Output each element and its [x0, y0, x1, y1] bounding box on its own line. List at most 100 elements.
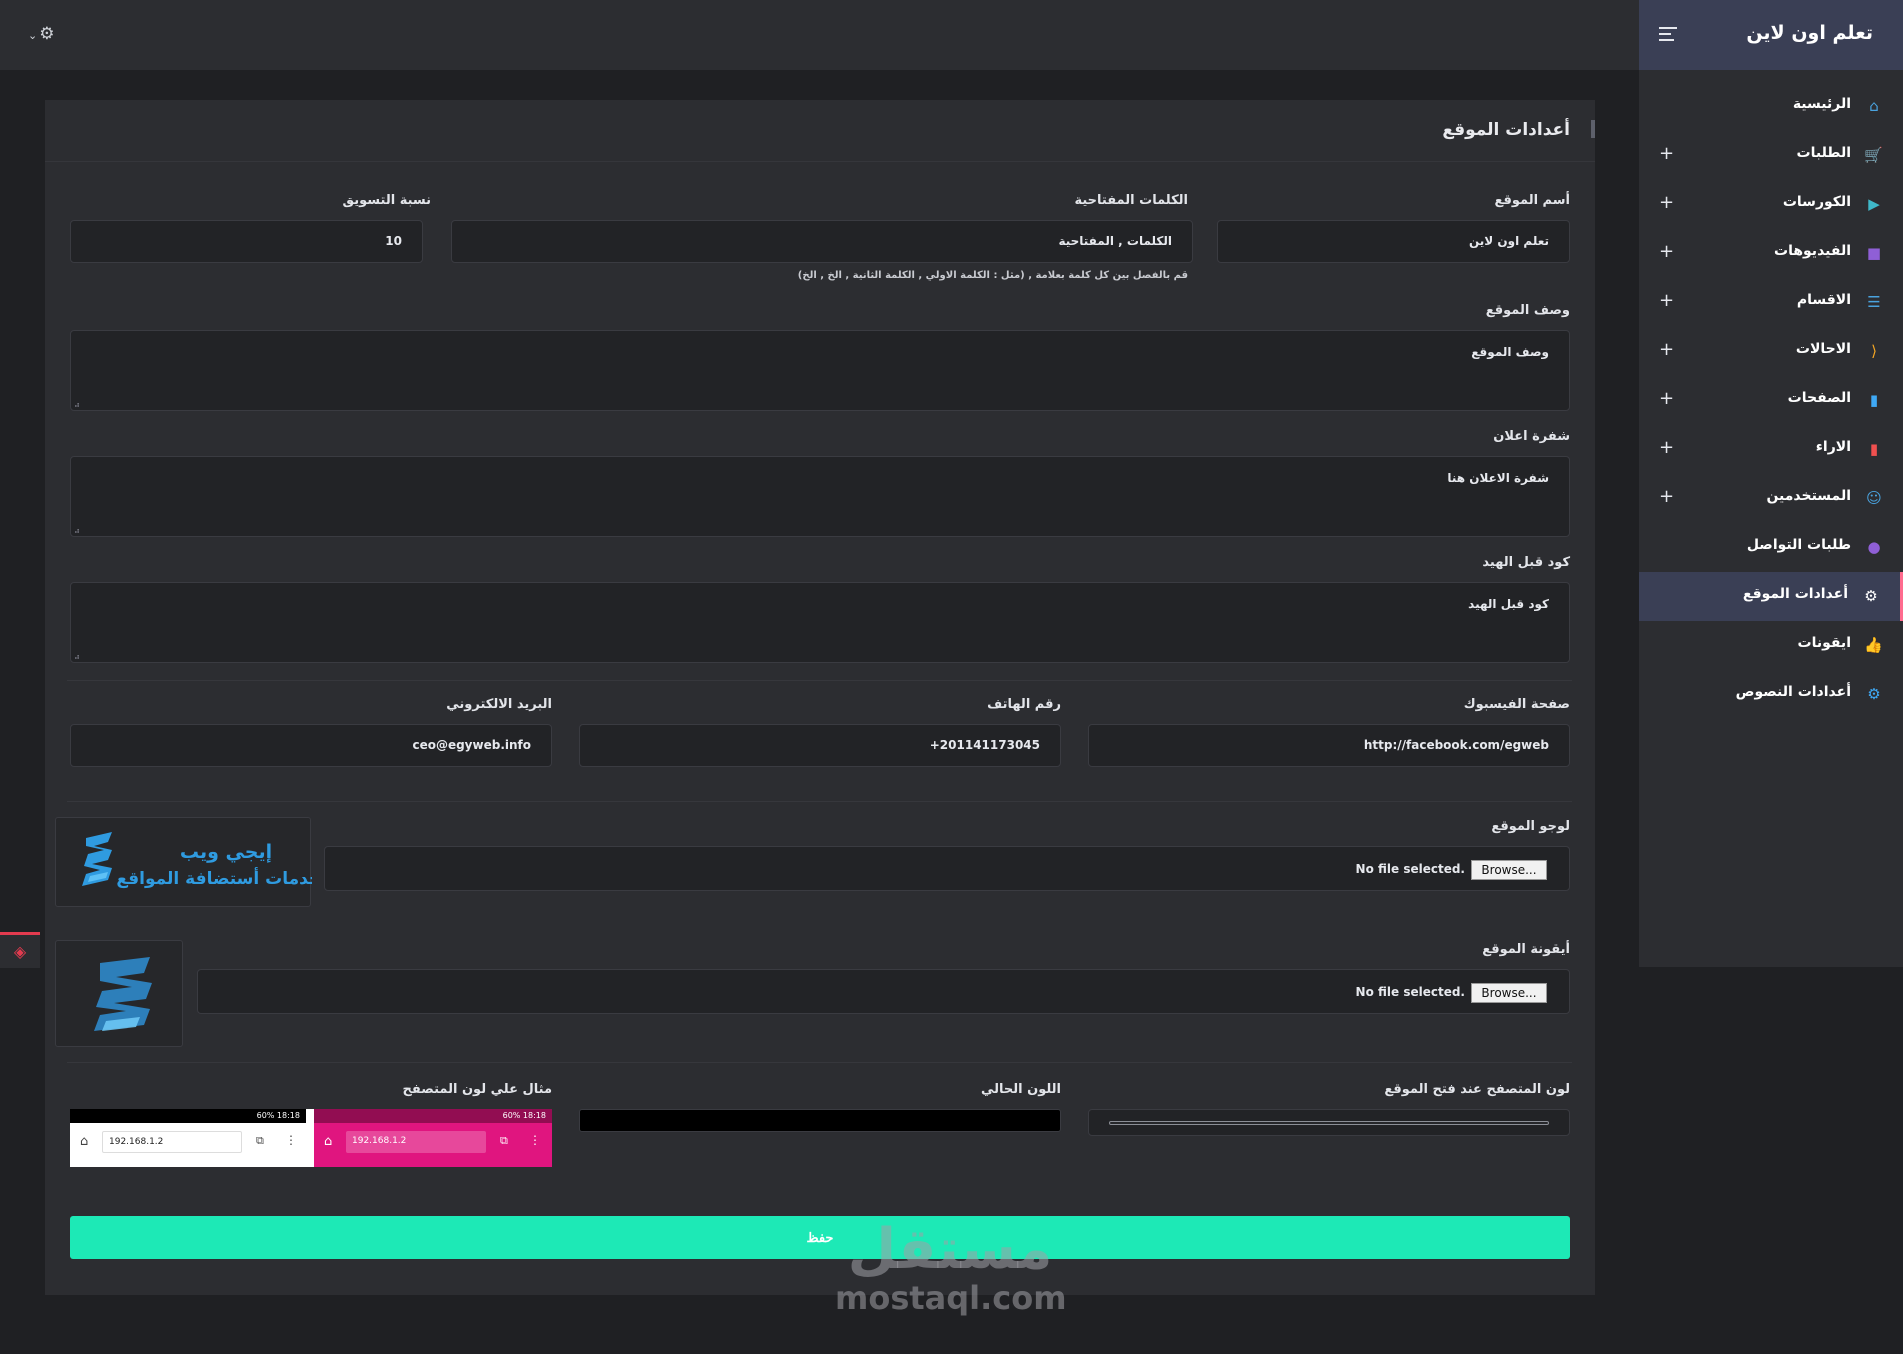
expand-plus-icon[interactable]: + [1659, 241, 1674, 262]
sidebar-item[interactable]: 👍 ايقونات [1639, 621, 1903, 670]
head-code-textarea[interactable]: كود قبل الهيد ⣠ [70, 582, 1570, 663]
sidebar-item[interactable]: ▮ الصفحات + [1639, 376, 1903, 425]
home-icon: ⌂ [80, 1134, 89, 1149]
sidebar-item[interactable]: ⟨ الاحالات + [1639, 327, 1903, 376]
expand-plus-icon[interactable]: + [1659, 192, 1674, 213]
email-value: ceo@egyweb.info [412, 738, 531, 752]
keywords-input[interactable]: الكلمات , المفتاحية [451, 220, 1193, 263]
expand-plus-icon[interactable]: + [1659, 388, 1674, 409]
sidebar-item-label: الاحالات [1795, 341, 1851, 357]
example-colored-browser: 60% 18:18 ⌂ 192.168.1.2 ⧉ ⋮ [314, 1109, 552, 1167]
logo-file-input[interactable]: Browse... No file selected. [324, 846, 1570, 891]
expand-plus-icon[interactable]: + [1659, 437, 1674, 458]
expand-plus-icon[interactable]: + [1659, 486, 1674, 507]
sidebar-item[interactable]: ☰ الاقسام + [1639, 278, 1903, 327]
expand-plus-icon[interactable]: + [1659, 290, 1674, 311]
browse-button[interactable]: Browse... [1471, 860, 1547, 880]
description-label: وصف الموقع [1485, 303, 1570, 318]
card-header: أعدادات الموقع [45, 100, 1595, 162]
sidebar: تعلم اون لاين ⌂ الرئيسية 🛒 الطلبات + ▶ الكورسا… [1639, 0, 1903, 967]
sidebar-item-label: الرئيسية [1792, 96, 1851, 112]
phone-input[interactable]: 201141173045+ [579, 724, 1061, 767]
no-file-text: No file selected. [1355, 862, 1465, 876]
home-icon: ⌂ [1869, 97, 1879, 115]
divider [67, 1062, 1572, 1063]
more-icon: ⋮ [285, 1133, 297, 1147]
title-accent-bar [1591, 120, 1595, 138]
resize-grip-icon[interactable]: ⣠ [74, 524, 80, 533]
cart-icon: 🛒 [1864, 146, 1883, 164]
sidebar-item-label: الفيديوهات [1774, 243, 1851, 259]
head-code-value: كود قبل الهيد [1468, 597, 1549, 611]
logo-text-line2: لخدمات أستضافة المواقع [116, 867, 312, 889]
play-circle-icon: ▶ [1868, 195, 1880, 213]
top-bar: ⌄ ⚙ [0, 0, 1639, 70]
sidebar-item[interactable]: ⌂ الرئيسية [1639, 82, 1903, 131]
head-code-label: كود قبل الهيد [1482, 555, 1570, 570]
chevron-down-icon: ⌄ [28, 29, 38, 42]
divider [67, 801, 1572, 802]
cog-blue-icon: ⚙ [1867, 685, 1881, 703]
divider [67, 680, 1572, 681]
ad-code-textarea[interactable]: شفرة الاعلان هنا ⣠ [70, 456, 1570, 537]
favicon-file-input[interactable]: Browse... No file selected. [197, 969, 1570, 1014]
browser-color-input[interactable] [1088, 1109, 1570, 1136]
resize-grip-icon[interactable]: ⣠ [74, 650, 80, 659]
current-color-label: اللون الحالي [980, 1082, 1061, 1097]
chat-bubble-icon: ● [1867, 538, 1881, 556]
sidebar-item[interactable]: ▮ الاراء + [1639, 425, 1903, 474]
logo-text-line1: إيجي ويب [180, 841, 272, 863]
sidebar-item[interactable]: ☺ المستخدمين + [1639, 474, 1903, 523]
logo-preview: إيجي ويب لخدمات أستضافة المواقع [55, 817, 328, 907]
save-button[interactable]: حفظ [70, 1216, 1570, 1259]
debug-bar-toggle-icon[interactable]: ◈ [0, 932, 40, 968]
watermark-latin: mostaql.com [835, 1279, 1067, 1317]
sidebar-item-label: الاراء [1815, 439, 1851, 455]
marketing-ratio-label: نسبة التسويق [342, 193, 431, 208]
example-status-bar: 60% 18:18 [314, 1109, 552, 1123]
sidebar-item-label: الاقسام [1796, 292, 1851, 308]
sidebar-item-label: أعدادات الموقع [1742, 586, 1848, 602]
description-value: وصف الموقع [1471, 345, 1549, 359]
site-name-label: أسم الموقع [1494, 193, 1570, 208]
logo-image: إيجي ويب لخدمات أستضافة المواقع [82, 832, 328, 889]
ad-code-label: شفرة اعلان [1493, 429, 1570, 444]
settings-card: أعدادات الموقع أسم الموقع تعلم اون لاين … [45, 100, 1595, 1295]
resize-grip-icon[interactable]: ⣠ [74, 398, 80, 407]
marketing-ratio-value: 10 [385, 234, 402, 248]
expand-plus-icon[interactable]: + [1659, 339, 1674, 360]
site-name-input[interactable]: تعلم اون لاين [1217, 220, 1570, 263]
sidebar-item-label: طلبات التواصل [1746, 537, 1851, 553]
keywords-help-text: قم بالفصل بين كل كلمة بعلامة , (مثل : ال… [797, 270, 1188, 281]
description-textarea[interactable]: وصف الموقع ⣠ [70, 330, 1570, 411]
browser-color-label: لون المتصفح عند فتح الموقع [1384, 1082, 1570, 1097]
menu-toggle-icon[interactable] [1659, 27, 1677, 45]
users-icon: ☺ [1866, 489, 1882, 507]
marketing-ratio-input[interactable]: 10 [70, 220, 423, 263]
sidebar-item[interactable]: ⚙ أعدادات الموقع [1639, 572, 1903, 621]
facebook-input[interactable]: http://facebook.com/egweb [1088, 724, 1570, 767]
thumbs-up-icon: 👍 [1864, 636, 1883, 654]
email-input[interactable]: ceo@egyweb.info [70, 724, 552, 767]
facebook-value: http://facebook.com/egweb [1363, 738, 1549, 752]
keywords-label: الكلمات المفتاحية [1074, 193, 1188, 208]
brand-title[interactable]: تعلم اون لاين [1746, 22, 1873, 44]
tabs-icon: ⧉ [500, 1134, 508, 1147]
gear-icon: ⚙ [39, 24, 55, 44]
color-picker-swatch[interactable] [1109, 1121, 1549, 1125]
sidebar-item[interactable]: ● طلبات التواصل [1639, 523, 1903, 572]
sidebar-item[interactable]: ▶ الكورسات + [1639, 180, 1903, 229]
sidebar-item-label: الصفحات [1787, 390, 1851, 406]
ad-code-value: شفرة الاعلان هنا [1447, 471, 1549, 485]
settings-dropdown[interactable]: ⌄ ⚙ [28, 24, 54, 44]
browse-button[interactable]: Browse... [1471, 983, 1547, 1003]
sidebar-item[interactable]: ■ الفيديوهات + [1639, 229, 1903, 278]
share-icon: ⟨ [1871, 342, 1877, 360]
sidebar-item[interactable]: ⚙ أعدادات النصوص [1639, 670, 1903, 719]
logo-label: لوجو الموقع [1491, 819, 1570, 834]
sidebar-item-label: أعدادات النصوص [1735, 684, 1851, 700]
tabs-icon: ⧉ [256, 1134, 264, 1147]
expand-plus-icon[interactable]: + [1659, 143, 1674, 164]
sidebar-item[interactable]: 🛒 الطلبات + [1639, 131, 1903, 180]
phone-value: 201141173045+ [929, 738, 1040, 752]
